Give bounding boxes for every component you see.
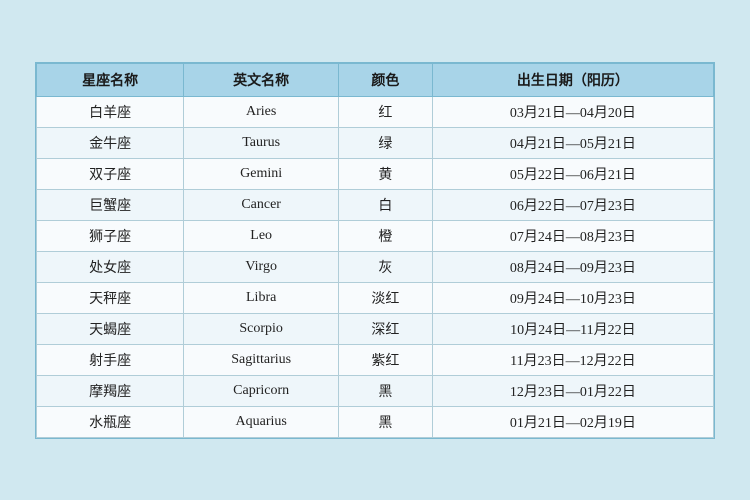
- table-cell-4-2: 橙: [339, 220, 433, 251]
- table-cell-8-1: Sagittarius: [184, 344, 339, 375]
- table-row: 处女座Virgo灰08月24日—09月23日: [37, 251, 714, 282]
- table-cell-5-1: Virgo: [184, 251, 339, 282]
- table-cell-10-3: 01月21日—02月19日: [432, 406, 713, 437]
- table-cell-2-1: Gemini: [184, 158, 339, 189]
- table-cell-2-0: 双子座: [37, 158, 184, 189]
- table-cell-4-0: 狮子座: [37, 220, 184, 251]
- table-cell-3-3: 06月22日—07月23日: [432, 189, 713, 220]
- table-cell-9-3: 12月23日—01月22日: [432, 375, 713, 406]
- table-cell-4-3: 07月24日—08月23日: [432, 220, 713, 251]
- table-cell-3-2: 白: [339, 189, 433, 220]
- table-cell-5-3: 08月24日—09月23日: [432, 251, 713, 282]
- table-cell-6-2: 淡红: [339, 282, 433, 313]
- table-cell-8-2: 紫红: [339, 344, 433, 375]
- table-row: 射手座Sagittarius紫红11月23日—12月22日: [37, 344, 714, 375]
- table-cell-6-1: Libra: [184, 282, 339, 313]
- table-cell-4-1: Leo: [184, 220, 339, 251]
- table-cell-8-3: 11月23日—12月22日: [432, 344, 713, 375]
- table-cell-7-3: 10月24日—11月22日: [432, 313, 713, 344]
- table-row: 双子座Gemini黄05月22日—06月21日: [37, 158, 714, 189]
- table-row: 狮子座Leo橙07月24日—08月23日: [37, 220, 714, 251]
- table-cell-9-0: 摩羯座: [37, 375, 184, 406]
- table-row: 摩羯座Capricorn黑12月23日—01月22日: [37, 375, 714, 406]
- table-row: 白羊座Aries红03月21日—04月20日: [37, 96, 714, 127]
- zodiac-table: 星座名称英文名称颜色出生日期（阳历） 白羊座Aries红03月21日—04月20…: [36, 63, 714, 438]
- column-header-3: 出生日期（阳历）: [432, 63, 713, 96]
- table-cell-0-1: Aries: [184, 96, 339, 127]
- table-cell-3-1: Cancer: [184, 189, 339, 220]
- table-cell-10-0: 水瓶座: [37, 406, 184, 437]
- table-cell-1-1: Taurus: [184, 127, 339, 158]
- column-header-2: 颜色: [339, 63, 433, 96]
- table-row: 水瓶座Aquarius黑01月21日—02月19日: [37, 406, 714, 437]
- table-row: 金牛座Taurus绿04月21日—05月21日: [37, 127, 714, 158]
- table-cell-10-1: Aquarius: [184, 406, 339, 437]
- table-cell-0-2: 红: [339, 96, 433, 127]
- table-cell-3-0: 巨蟹座: [37, 189, 184, 220]
- table-cell-9-2: 黑: [339, 375, 433, 406]
- table-row: 天蝎座Scorpio深红10月24日—11月22日: [37, 313, 714, 344]
- table-cell-9-1: Capricorn: [184, 375, 339, 406]
- table-cell-6-0: 天秤座: [37, 282, 184, 313]
- table-cell-1-0: 金牛座: [37, 127, 184, 158]
- table-cell-2-3: 05月22日—06月21日: [432, 158, 713, 189]
- column-header-1: 英文名称: [184, 63, 339, 96]
- table-cell-7-1: Scorpio: [184, 313, 339, 344]
- column-header-0: 星座名称: [37, 63, 184, 96]
- table-cell-2-2: 黄: [339, 158, 433, 189]
- zodiac-table-container: 星座名称英文名称颜色出生日期（阳历） 白羊座Aries红03月21日—04月20…: [35, 62, 715, 439]
- table-cell-8-0: 射手座: [37, 344, 184, 375]
- table-cell-5-2: 灰: [339, 251, 433, 282]
- table-header-row: 星座名称英文名称颜色出生日期（阳历）: [37, 63, 714, 96]
- table-cell-6-3: 09月24日—10月23日: [432, 282, 713, 313]
- table-cell-10-2: 黑: [339, 406, 433, 437]
- table-row: 巨蟹座Cancer白06月22日—07月23日: [37, 189, 714, 220]
- table-cell-0-3: 03月21日—04月20日: [432, 96, 713, 127]
- table-cell-7-0: 天蝎座: [37, 313, 184, 344]
- table-cell-1-3: 04月21日—05月21日: [432, 127, 713, 158]
- table-cell-5-0: 处女座: [37, 251, 184, 282]
- table-cell-7-2: 深红: [339, 313, 433, 344]
- table-cell-0-0: 白羊座: [37, 96, 184, 127]
- table-row: 天秤座Libra淡红09月24日—10月23日: [37, 282, 714, 313]
- table-cell-1-2: 绿: [339, 127, 433, 158]
